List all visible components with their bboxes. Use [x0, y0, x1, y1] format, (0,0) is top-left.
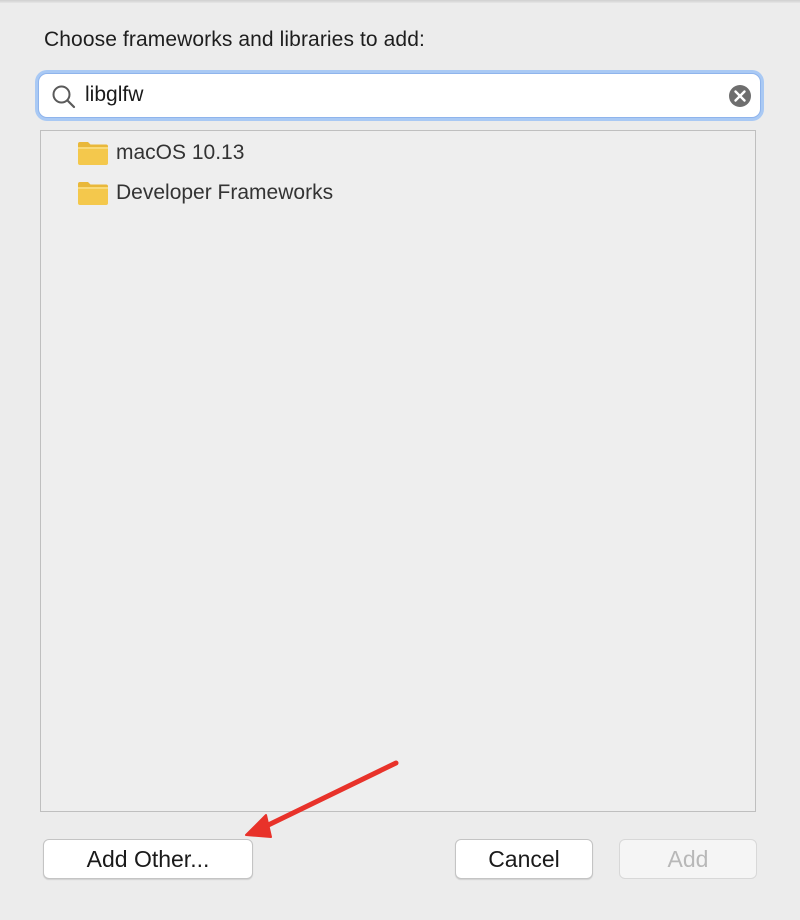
folder-icon: [78, 182, 108, 205]
search-input[interactable]: [85, 80, 715, 110]
list-item-macos[interactable]: macOS 10.13: [77, 138, 244, 168]
search-icon: [52, 85, 76, 109]
clear-search-icon[interactable]: [728, 84, 752, 108]
add-button[interactable]: Add: [619, 839, 757, 879]
folder-icon: [78, 142, 108, 165]
list-item-label: Developer Frameworks: [116, 181, 334, 204]
annotation-arrow: [245, 760, 399, 838]
cancel-button[interactable]: Cancel: [455, 839, 593, 879]
search-field[interactable]: [38, 73, 761, 118]
dialog-prompt: Choose frameworks and libraries to add:: [44, 28, 425, 51]
window-top-edge: [0, 0, 800, 3]
add-other-button[interactable]: Add Other...: [43, 839, 253, 879]
framework-list[interactable]: macOS 10.13 Developer Frameworks: [40, 130, 756, 812]
list-item-developer-frameworks[interactable]: Developer Frameworks: [77, 178, 333, 208]
list-item-label: macOS 10.13: [116, 141, 245, 164]
